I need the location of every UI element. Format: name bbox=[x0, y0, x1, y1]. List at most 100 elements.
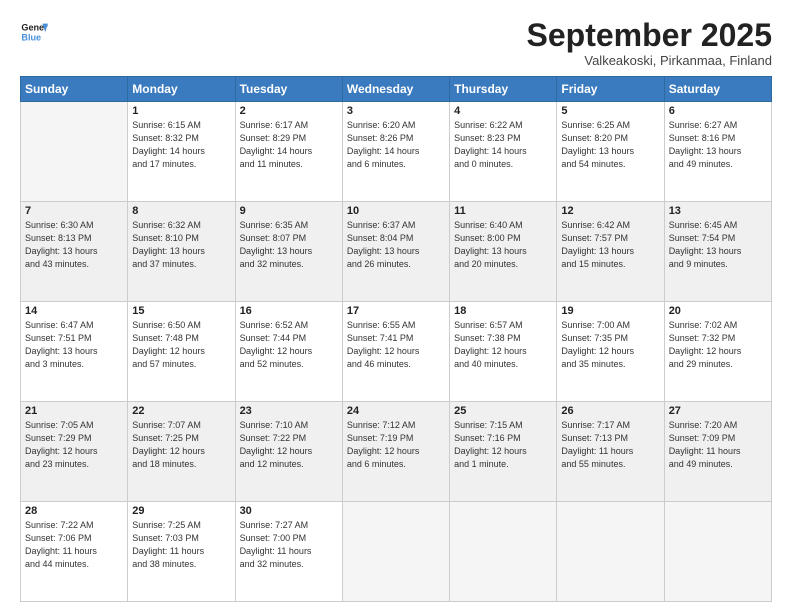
col-header-saturday: Saturday bbox=[664, 77, 771, 102]
col-header-monday: Monday bbox=[128, 77, 235, 102]
day-number: 12 bbox=[561, 205, 659, 217]
calendar-cell: 29 Sunrise: 7:25 AMSunset: 7:03 PMDayligh… bbox=[128, 502, 235, 602]
day-info: Sunrise: 6:50 AMSunset: 7:48 PMDaylight:… bbox=[132, 319, 230, 371]
calendar-cell: 10Sunrise: 6:37 AMSunset: 8:04 PMDayligh… bbox=[342, 202, 449, 302]
day-number: 27 bbox=[669, 405, 767, 417]
day-info: Sunrise: 7:25 AMSunset: 7:03 PMDaylight:… bbox=[132, 519, 230, 571]
calendar-cell: 11 Sunrise: 6:40 AMSunset: 8:00 PMDayligh… bbox=[450, 202, 557, 302]
calendar-week-4: 21 Sunrise: 7:05 AMSunset: 7:29 PMDayligh… bbox=[21, 402, 772, 502]
day-info: Sunrise: 6:27 AMSunset: 8:16 PMDaylight:… bbox=[669, 119, 767, 171]
calendar-cell: 3 Sunrise: 6:20 AMSunset: 8:26 PMDaylight… bbox=[342, 102, 449, 202]
col-header-thursday: Thursday bbox=[450, 77, 557, 102]
calendar-cell: 1Sunrise: 6:15 AMSunset: 8:32 PMDaylight… bbox=[128, 102, 235, 202]
calendar-cell bbox=[557, 502, 664, 602]
day-number: 5 bbox=[561, 105, 659, 117]
logo-icon: General Blue bbox=[20, 18, 48, 46]
day-info: Sunrise: 6:17 AMSunset: 8:29 PMDaylight:… bbox=[240, 119, 338, 171]
calendar-week-1: 1Sunrise: 6:15 AMSunset: 8:32 PMDaylight… bbox=[21, 102, 772, 202]
day-number: 11 bbox=[454, 205, 552, 217]
calendar-week-2: 7 Sunrise: 6:30 AMSunset: 8:13 PMDaylight… bbox=[21, 202, 772, 302]
title-block: September 2025 Valkeakoski, Pirkanmaa, F… bbox=[527, 18, 772, 68]
day-info: Sunrise: 6:57 AMSunset: 7:38 PMDaylight:… bbox=[454, 319, 552, 371]
calendar-cell: 13 Sunrise: 6:45 AMSunset: 7:54 PMDayligh… bbox=[664, 202, 771, 302]
day-info: Sunrise: 6:15 AMSunset: 8:32 PMDaylight:… bbox=[132, 119, 230, 171]
calendar-cell: 8 Sunrise: 6:32 AMSunset: 8:10 PMDaylight… bbox=[128, 202, 235, 302]
calendar-cell: 21 Sunrise: 7:05 AMSunset: 7:29 PMDayligh… bbox=[21, 402, 128, 502]
day-number: 6 bbox=[669, 105, 767, 117]
day-info: Sunrise: 7:20 AMSunset: 7:09 PMDaylight:… bbox=[669, 419, 767, 471]
col-header-tuesday: Tuesday bbox=[235, 77, 342, 102]
day-number: 23 bbox=[240, 405, 338, 417]
day-number: 25 bbox=[454, 405, 552, 417]
calendar-week-5: 28 Sunrise: 7:22 AMSunset: 7:06 PMDayligh… bbox=[21, 502, 772, 602]
calendar-cell: 18 Sunrise: 6:57 AMSunset: 7:38 PMDayligh… bbox=[450, 302, 557, 402]
day-number: 19 bbox=[561, 305, 659, 317]
day-info: Sunrise: 7:22 AMSunset: 7:06 PMDaylight:… bbox=[25, 519, 123, 571]
day-number: 2 bbox=[240, 105, 338, 117]
calendar-cell: 22Sunrise: 7:07 AMSunset: 7:25 PMDayligh… bbox=[128, 402, 235, 502]
day-info: Sunrise: 6:45 AMSunset: 7:54 PMDaylight:… bbox=[669, 219, 767, 271]
calendar-cell: 16 Sunrise: 6:52 AMSunset: 7:44 PMDayligh… bbox=[235, 302, 342, 402]
calendar-cell: 27 Sunrise: 7:20 AMSunset: 7:09 PMDayligh… bbox=[664, 402, 771, 502]
calendar-cell: 30Sunrise: 7:27 AMSunset: 7:00 PMDayligh… bbox=[235, 502, 342, 602]
day-info: Sunrise: 6:30 AMSunset: 8:13 PMDaylight:… bbox=[25, 219, 123, 271]
day-number: 26 bbox=[561, 405, 659, 417]
day-info: Sunrise: 6:20 AMSunset: 8:26 PMDaylight:… bbox=[347, 119, 445, 171]
day-number: 28 bbox=[25, 505, 123, 517]
day-info: Sunrise: 6:35 AMSunset: 8:07 PMDaylight:… bbox=[240, 219, 338, 271]
col-header-sunday: Sunday bbox=[21, 77, 128, 102]
day-number: 17 bbox=[347, 305, 445, 317]
calendar-cell: 28 Sunrise: 7:22 AMSunset: 7:06 PMDayligh… bbox=[21, 502, 128, 602]
day-info: Sunrise: 7:05 AMSunset: 7:29 PMDaylight:… bbox=[25, 419, 123, 471]
day-info: Sunrise: 6:32 AMSunset: 8:10 PMDaylight:… bbox=[132, 219, 230, 271]
day-info: Sunrise: 7:12 AMSunset: 7:19 PMDaylight:… bbox=[347, 419, 445, 471]
day-number: 10 bbox=[347, 205, 445, 217]
day-info: Sunrise: 7:02 AMSunset: 7:32 PMDaylight:… bbox=[669, 319, 767, 371]
col-header-friday: Friday bbox=[557, 77, 664, 102]
calendar-cell: 25 Sunrise: 7:15 AMSunset: 7:16 PMDayligh… bbox=[450, 402, 557, 502]
calendar-week-3: 14 Sunrise: 6:47 AMSunset: 7:51 PMDayligh… bbox=[21, 302, 772, 402]
logo: General Blue bbox=[20, 18, 48, 46]
calendar-cell: 24Sunrise: 7:12 AMSunset: 7:19 PMDayligh… bbox=[342, 402, 449, 502]
day-number: 18 bbox=[454, 305, 552, 317]
calendar-cell: 26Sunrise: 7:17 AMSunset: 7:13 PMDayligh… bbox=[557, 402, 664, 502]
day-number: 21 bbox=[25, 405, 123, 417]
calendar-cell: 15 Sunrise: 6:50 AMSunset: 7:48 PMDayligh… bbox=[128, 302, 235, 402]
day-number: 16 bbox=[240, 305, 338, 317]
calendar-cell bbox=[21, 102, 128, 202]
calendar-cell bbox=[450, 502, 557, 602]
day-number: 20 bbox=[669, 305, 767, 317]
month-title: September 2025 bbox=[527, 18, 772, 53]
day-info: Sunrise: 6:40 AMSunset: 8:00 PMDaylight:… bbox=[454, 219, 552, 271]
calendar-cell: 4Sunrise: 6:22 AMSunset: 8:23 PMDaylight… bbox=[450, 102, 557, 202]
day-number: 30 bbox=[240, 505, 338, 517]
day-number: 8 bbox=[132, 205, 230, 217]
day-info: Sunrise: 6:42 AMSunset: 7:57 PMDaylight:… bbox=[561, 219, 659, 271]
calendar-header-row: SundayMondayTuesdayWednesdayThursdayFrid… bbox=[21, 77, 772, 102]
day-number: 15 bbox=[132, 305, 230, 317]
calendar-cell: 12 Sunrise: 6:42 AMSunset: 7:57 PMDayligh… bbox=[557, 202, 664, 302]
svg-text:Blue: Blue bbox=[21, 32, 41, 42]
day-info: Sunrise: 7:10 AMSunset: 7:22 PMDaylight:… bbox=[240, 419, 338, 471]
calendar-cell: 20 Sunrise: 7:02 AMSunset: 7:32 PMDayligh… bbox=[664, 302, 771, 402]
day-info: Sunrise: 6:52 AMSunset: 7:44 PMDaylight:… bbox=[240, 319, 338, 371]
day-info: Sunrise: 6:25 AMSunset: 8:20 PMDaylight:… bbox=[561, 119, 659, 171]
day-number: 13 bbox=[669, 205, 767, 217]
calendar-cell: 23 Sunrise: 7:10 AMSunset: 7:22 PMDayligh… bbox=[235, 402, 342, 502]
calendar-table: SundayMondayTuesdayWednesdayThursdayFrid… bbox=[20, 76, 772, 602]
day-info: Sunrise: 6:22 AMSunset: 8:23 PMDaylight:… bbox=[454, 119, 552, 171]
calendar-cell: 14 Sunrise: 6:47 AMSunset: 7:51 PMDayligh… bbox=[21, 302, 128, 402]
calendar-cell: 2 Sunrise: 6:17 AMSunset: 8:29 PMDaylight… bbox=[235, 102, 342, 202]
day-info: Sunrise: 7:15 AMSunset: 7:16 PMDaylight:… bbox=[454, 419, 552, 471]
day-number: 29 bbox=[132, 505, 230, 517]
calendar-cell: 6 Sunrise: 6:27 AMSunset: 8:16 PMDaylight… bbox=[664, 102, 771, 202]
calendar-cell: 5 Sunrise: 6:25 AMSunset: 8:20 PMDaylight… bbox=[557, 102, 664, 202]
day-number: 7 bbox=[25, 205, 123, 217]
header: General Blue September 2025 Valkeakoski,… bbox=[20, 18, 772, 68]
day-info: Sunrise: 7:07 AMSunset: 7:25 PMDaylight:… bbox=[132, 419, 230, 471]
day-info: Sunrise: 6:55 AMSunset: 7:41 PMDaylight:… bbox=[347, 319, 445, 371]
day-number: 3 bbox=[347, 105, 445, 117]
day-info: Sunrise: 6:47 AMSunset: 7:51 PMDaylight:… bbox=[25, 319, 123, 371]
day-number: 14 bbox=[25, 305, 123, 317]
calendar-cell: 7 Sunrise: 6:30 AMSunset: 8:13 PMDaylight… bbox=[21, 202, 128, 302]
